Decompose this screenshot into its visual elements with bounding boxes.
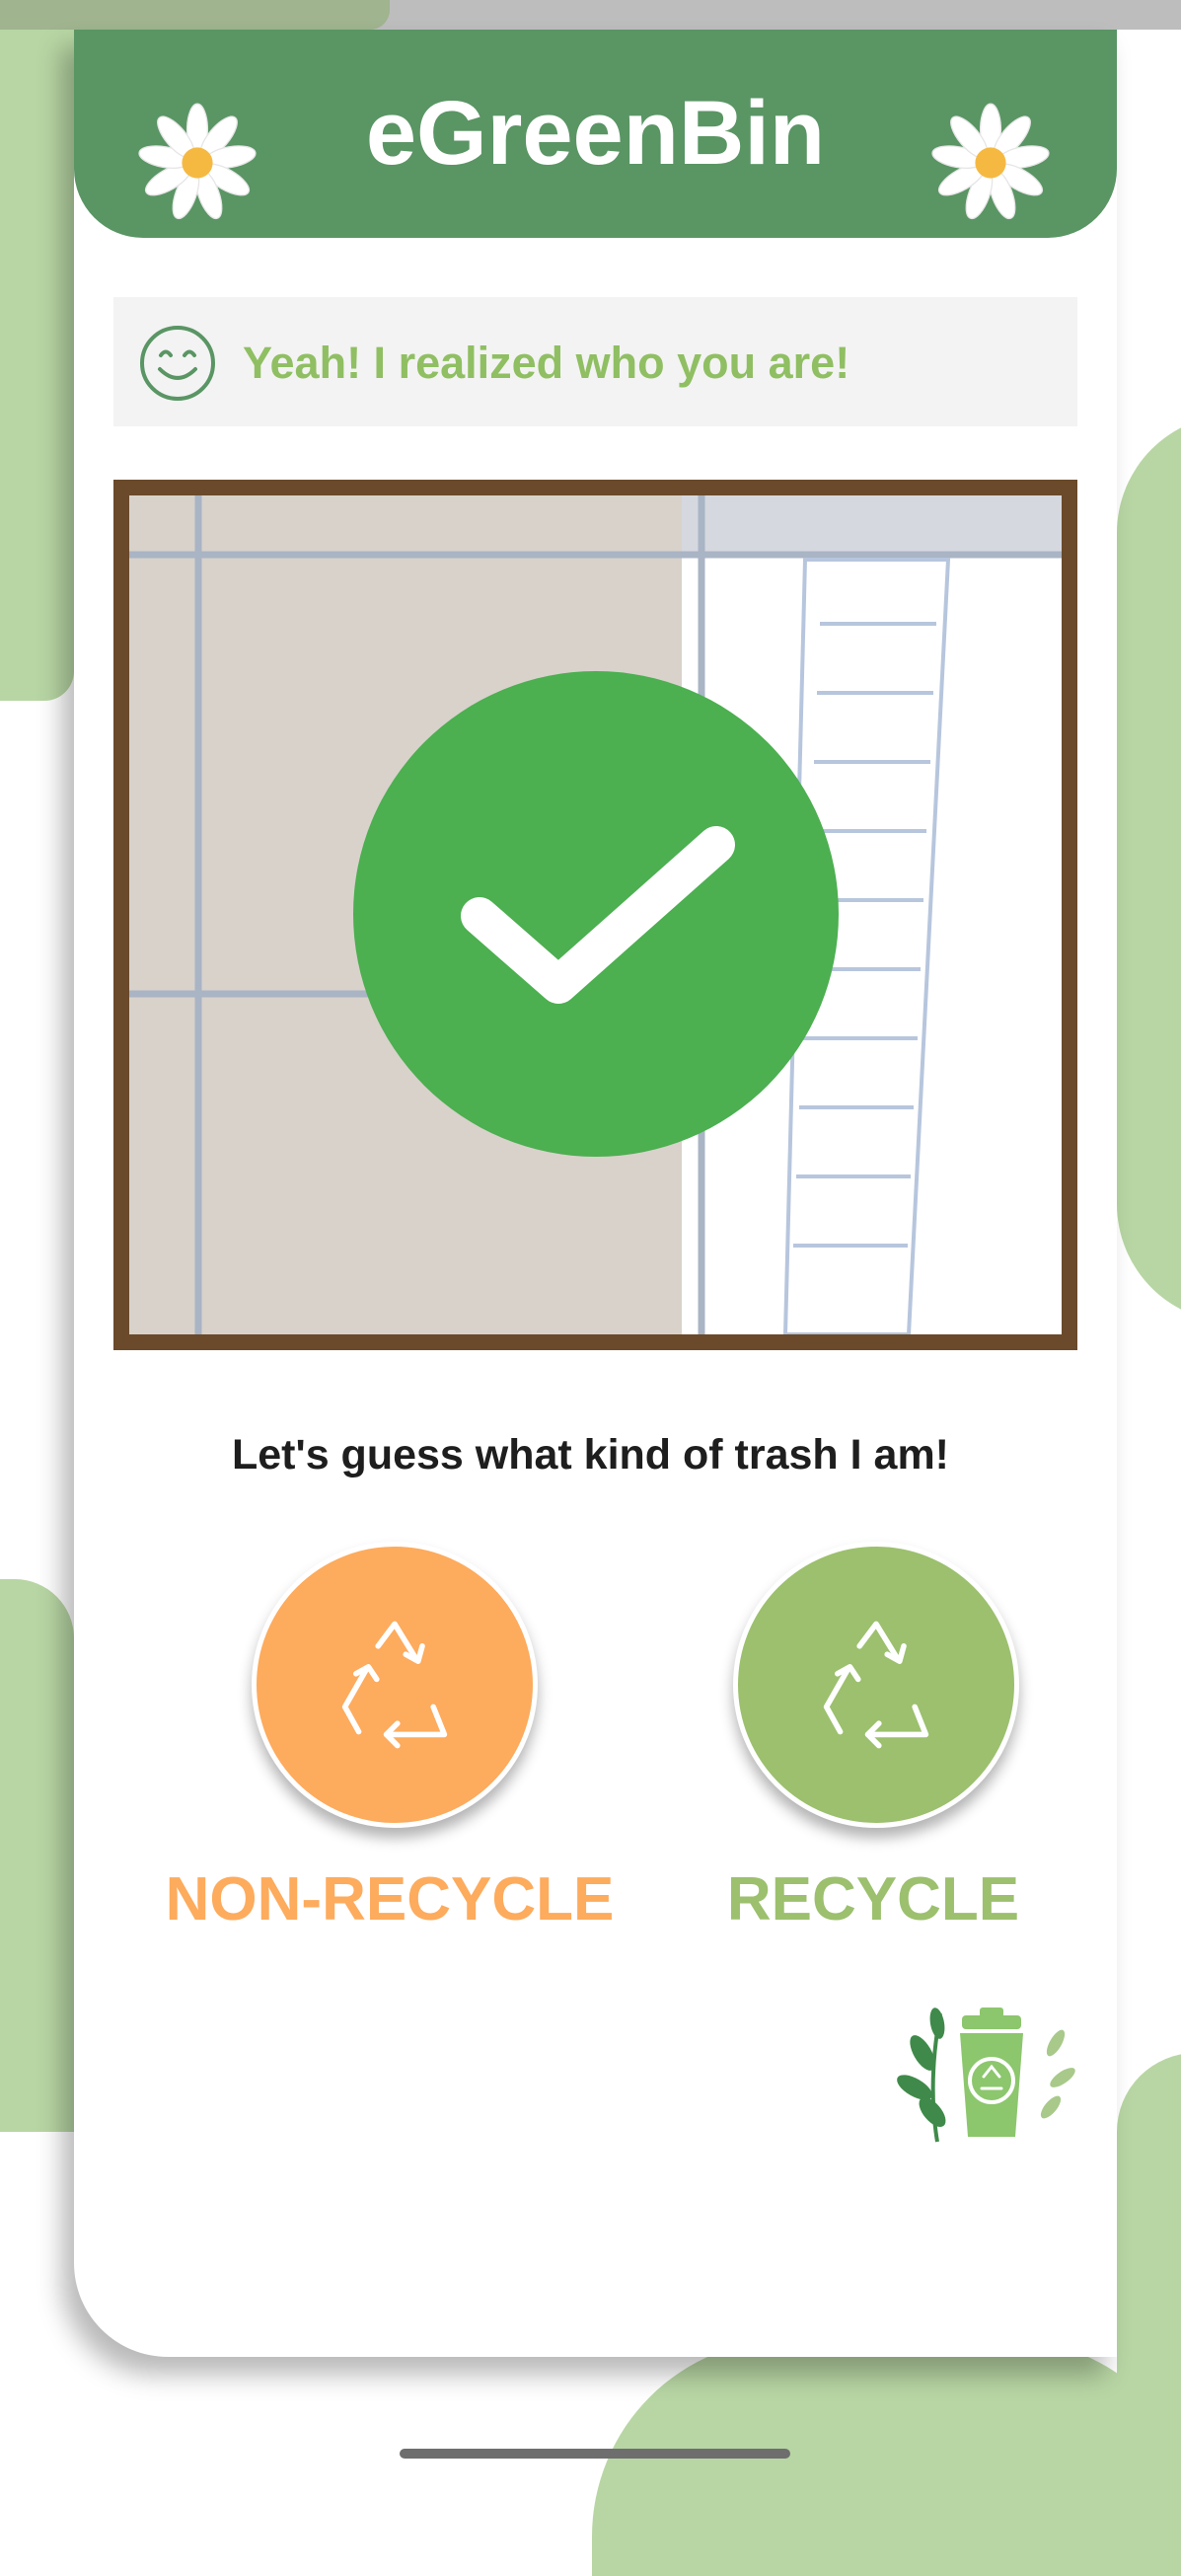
background-blob-right-top: [1117, 415, 1181, 1323]
non-recycle-label[interactable]: NON-RECYCLE: [153, 1863, 627, 1936]
top-strip-accent: [0, 0, 390, 30]
recycle-label[interactable]: RECYCLE: [676, 1863, 1070, 1936]
guess-prompt: Let's guess what kind of trash I am!: [231, 1431, 950, 1478]
home-indicator[interactable]: [400, 2449, 790, 2459]
app-header: eGreenBin: [74, 30, 1117, 238]
status-message: Yeah! I realized who you are!: [243, 338, 850, 388]
recycle-button[interactable]: [733, 1542, 1019, 1828]
recycle-icon: [823, 1621, 929, 1749]
recycle-icon: [341, 1621, 448, 1749]
green-bin-logo-icon: [897, 2008, 1075, 2143]
checkmark-icon: [461, 826, 735, 1004]
non-recycle-button[interactable]: [252, 1542, 538, 1828]
background-blob-left-top: [0, 30, 74, 701]
smiley-icon: [140, 326, 215, 401]
daisy-icon: [931, 103, 1050, 220]
background-blob-left-bottom: [0, 1579, 74, 2132]
success-check-badge: [353, 671, 839, 1157]
